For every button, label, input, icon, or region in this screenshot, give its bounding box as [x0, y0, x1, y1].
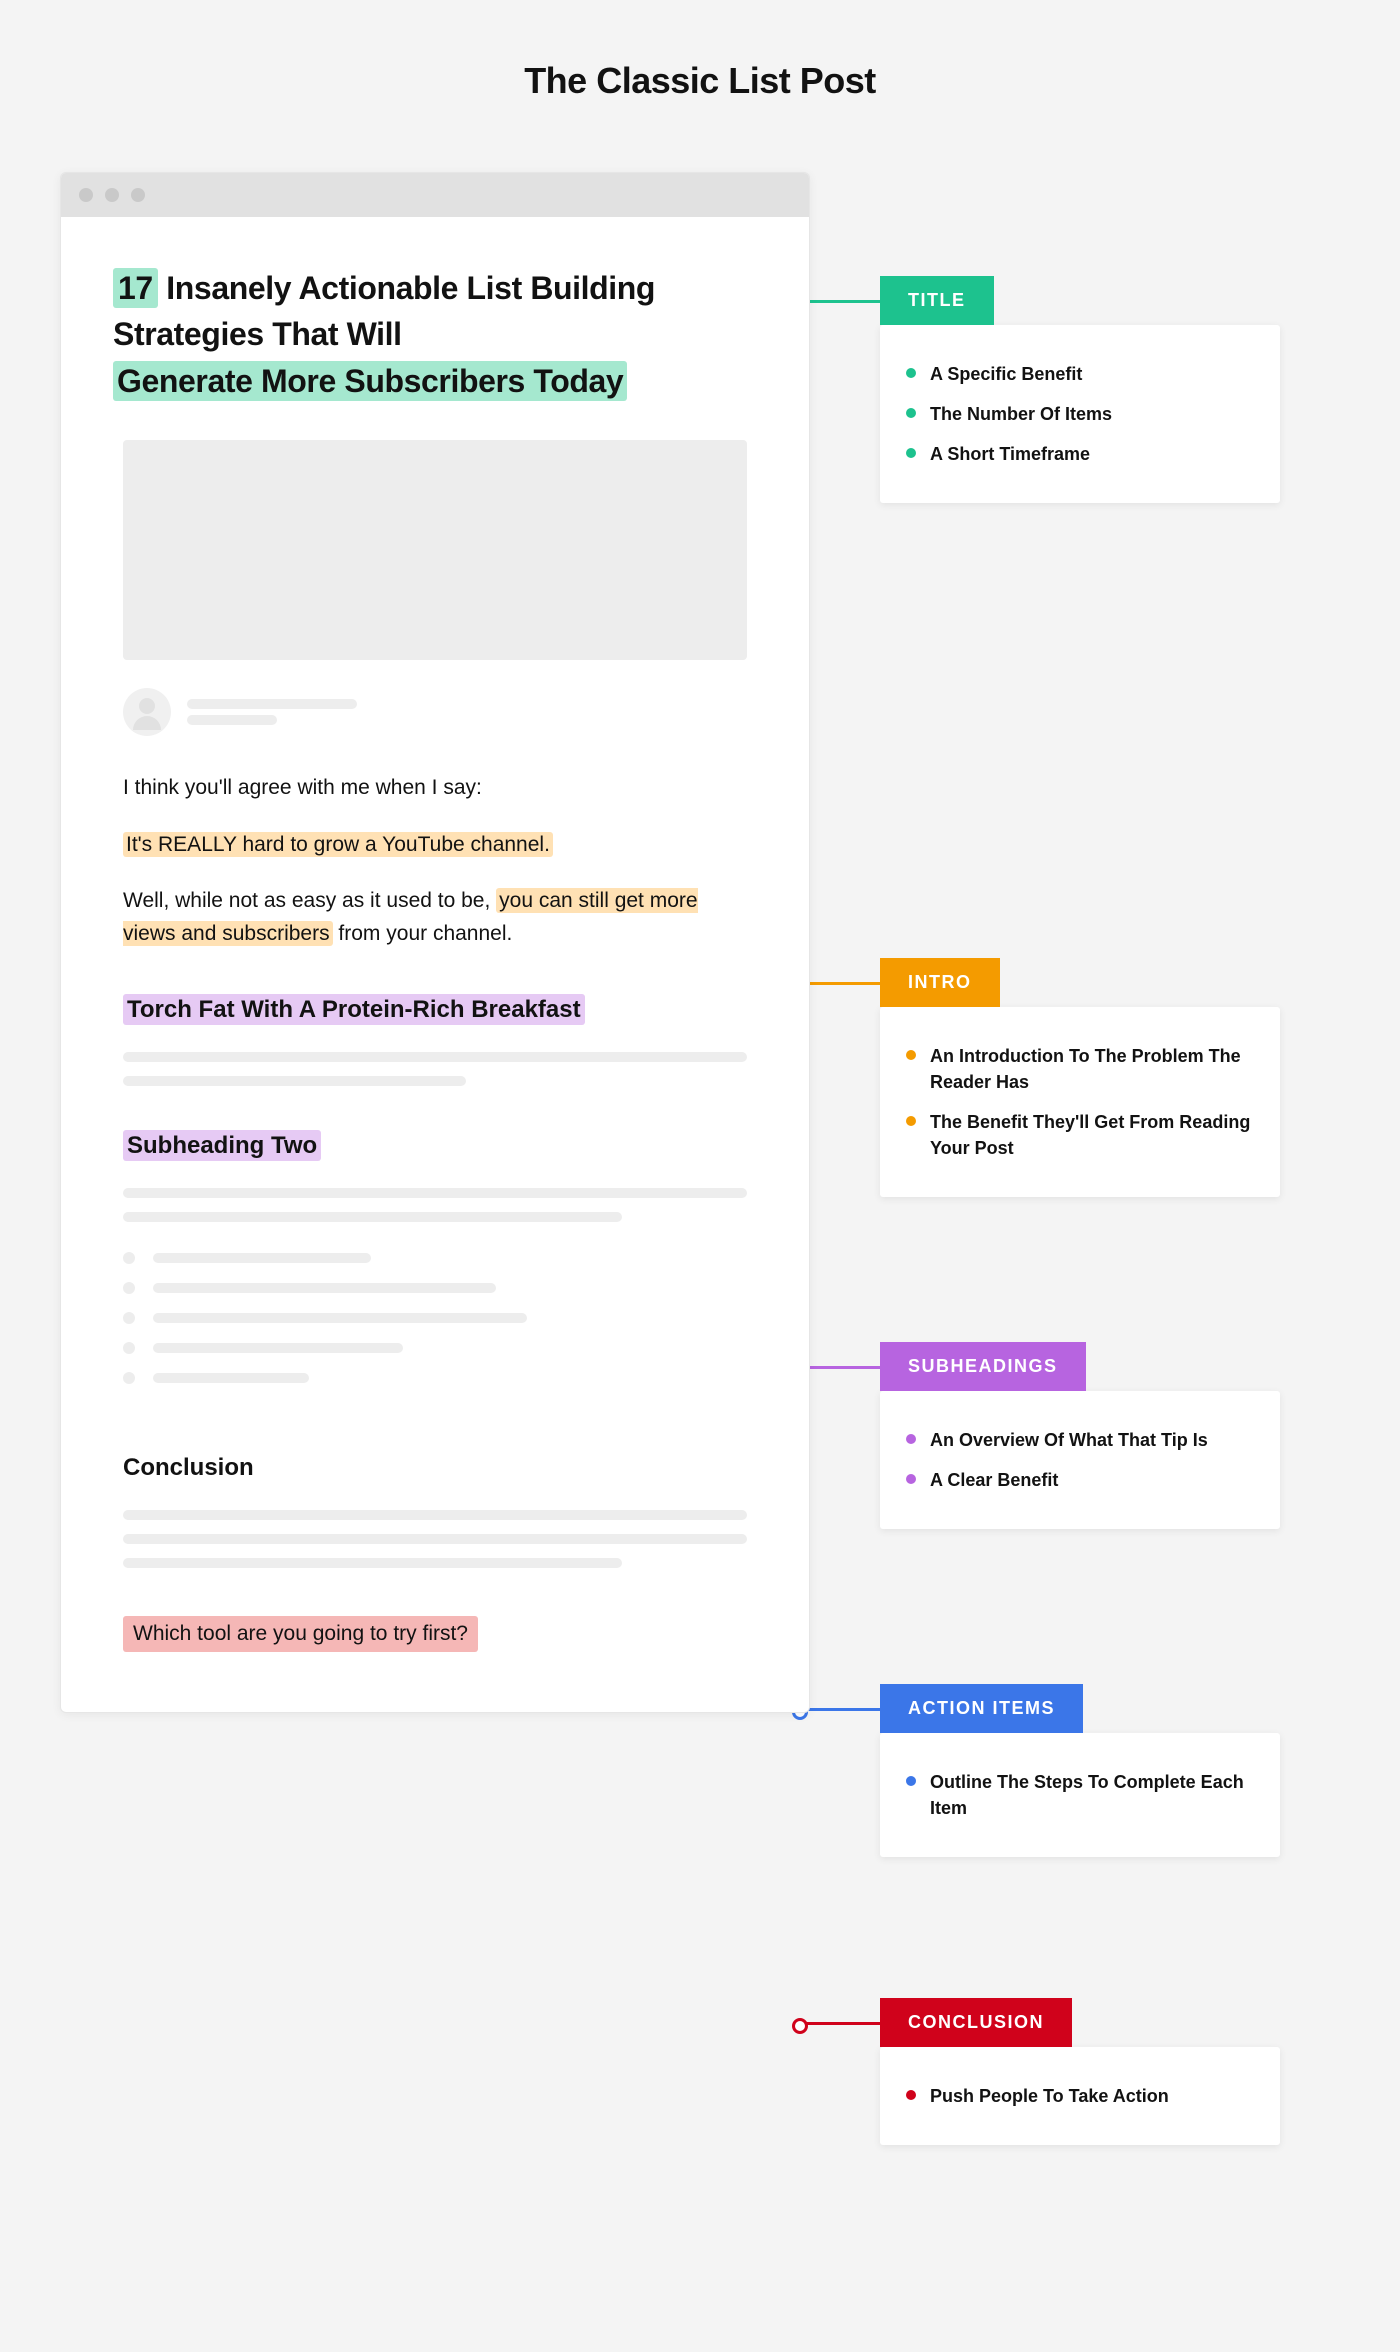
callout-card: An Overview Of What That Tip Is A Clear … — [880, 1391, 1280, 1529]
title-benefit-highlight: Generate More Subscribers Today — [113, 361, 627, 401]
skeleton-line — [123, 1558, 622, 1568]
callout-intro: INTRO An Introduction To The Problem The… — [880, 958, 1280, 1197]
action-items-list — [113, 1252, 757, 1384]
window-dot — [131, 188, 145, 202]
callout-item: Push People To Take Action — [906, 2083, 1254, 2109]
skeleton-line — [123, 1188, 747, 1198]
conclusion-cta-highlight: Which tool are you going to try first? — [123, 1616, 478, 1652]
skeleton-line — [123, 1510, 747, 1520]
callout-item: An Overview Of What That Tip Is — [906, 1427, 1254, 1453]
skeleton-line — [123, 1534, 747, 1544]
title-text: Insanely Actionable List Building Strate… — [113, 270, 655, 352]
skeleton-line — [187, 699, 357, 709]
callout-card: Outline The Steps To Complete Each Item — [880, 1733, 1280, 1857]
callout-label: INTRO — [880, 958, 1000, 1007]
conclusion-heading: Conclusion — [123, 1454, 747, 1482]
callout-title: TITLE A Specific Benefit The Number Of I… — [880, 276, 1280, 503]
intro-line: Well, while not as easy as it used to be… — [123, 885, 747, 950]
connector-line — [800, 1366, 880, 1369]
bullet-icon — [123, 1342, 135, 1354]
callout-card: A Specific Benefit The Number Of Items A… — [880, 325, 1280, 503]
browser-window: 17 Insanely Actionable List Building Str… — [60, 172, 810, 1713]
callout-conclusion: CONCLUSION Push People To Take Action — [880, 1998, 1280, 2145]
skeleton-line — [187, 715, 277, 725]
title-number-highlight: 17 — [113, 268, 158, 308]
callout-item: A Specific Benefit — [906, 361, 1254, 387]
window-dot — [79, 188, 93, 202]
callout-item: The Benefit They'll Get From Reading You… — [906, 1109, 1254, 1161]
diagram-title: The Classic List Post — [0, 60, 1400, 102]
callout-label: TITLE — [880, 276, 994, 325]
callout-action-items: ACTION ITEMS Outline The Steps To Comple… — [880, 1684, 1280, 1857]
callout-label: SUBHEADINGS — [880, 1342, 1086, 1391]
callout-item: Outline The Steps To Complete Each Item — [906, 1769, 1254, 1821]
browser-chrome — [61, 173, 809, 217]
bullet-icon — [123, 1282, 135, 1294]
connector-line — [800, 2022, 880, 2025]
callout-item: A Short Timeframe — [906, 441, 1254, 467]
skeleton-line — [123, 1052, 747, 1062]
intro-highlight: It's REALLY hard to grow a YouTube chann… — [123, 832, 553, 857]
callout-item: An Introduction To The Problem The Reade… — [906, 1043, 1254, 1095]
skeleton-line — [123, 1076, 466, 1086]
callout-card: An Introduction To The Problem The Reade… — [880, 1007, 1280, 1197]
hero-image-placeholder — [123, 440, 747, 660]
callout-card: Push People To Take Action — [880, 2047, 1280, 2145]
window-dot — [105, 188, 119, 202]
intro-line: I think you'll agree with me when I say: — [123, 772, 747, 805]
bullet-icon — [123, 1372, 135, 1384]
callout-item: A Clear Benefit — [906, 1467, 1254, 1493]
bullet-icon — [123, 1252, 135, 1264]
intro-block: I think you'll agree with me when I say:… — [113, 772, 757, 950]
skeleton-line — [123, 1212, 622, 1222]
subheading: Torch Fat With A Protein-Rich Breakfast — [123, 996, 747, 1024]
post-title: 17 Insanely Actionable List Building Str… — [113, 265, 757, 404]
callout-label: CONCLUSION — [880, 1998, 1072, 2047]
callout-subheadings: SUBHEADINGS An Overview Of What That Tip… — [880, 1342, 1280, 1529]
callout-label: ACTION ITEMS — [880, 1684, 1083, 1733]
callout-item: The Number Of Items — [906, 401, 1254, 427]
author-block — [113, 688, 757, 736]
avatar-icon — [123, 688, 171, 736]
connector-node-icon — [792, 2018, 808, 2034]
connector-line — [800, 1708, 880, 1711]
connector-line — [800, 982, 880, 985]
bullet-icon — [123, 1312, 135, 1324]
subheading: Subheading Two — [123, 1132, 747, 1160]
